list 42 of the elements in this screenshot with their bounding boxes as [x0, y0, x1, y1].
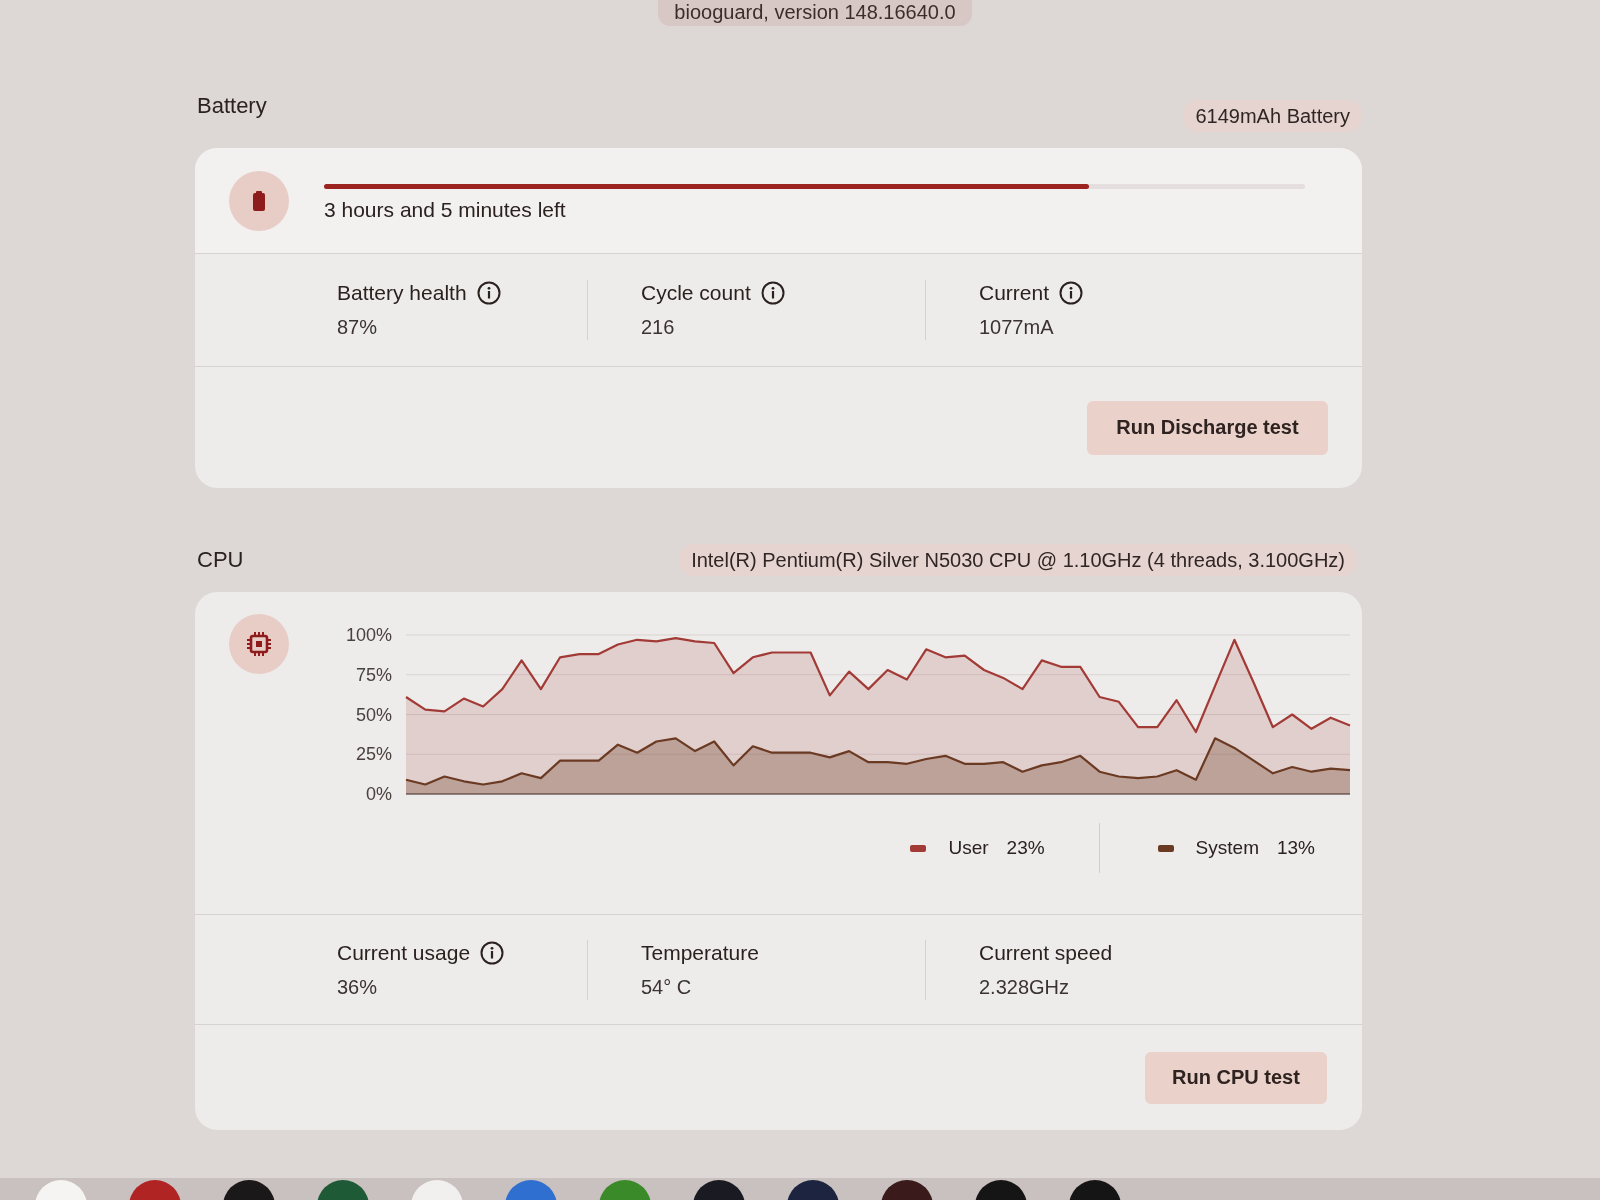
legend-label: User — [948, 836, 989, 860]
run-discharge-test-button[interactable]: Run Discharge test — [1087, 400, 1328, 455]
app-icon[interactable] — [317, 1180, 369, 1200]
y-axis-label: 75% — [355, 664, 392, 685]
app-icon[interactable] — [787, 1180, 839, 1200]
metric-label: Temperature — [641, 939, 759, 966]
app-icon[interactable] — [975, 1180, 1027, 1200]
metric-label: Current — [979, 280, 1050, 306]
app-icon[interactable] — [1069, 1180, 1121, 1200]
cpu-model-tag: Intel(R) Pentium(R) Silver N5030 CPU @ 1.10GHz (4 threads, 3.100GHz) — [679, 544, 1357, 576]
metric-label: Battery health — [337, 280, 467, 306]
version-tag: biooguard, version 148.16640.0 — [658, 0, 972, 26]
cpu-chip-icon — [229, 614, 289, 674]
capacity-tag: 6149mAh Battery — [1183, 100, 1362, 132]
metric-value: 87% — [337, 315, 378, 340]
battery-icon — [229, 170, 289, 231]
metric-value: 216 — [641, 315, 675, 340]
info-icon[interactable] — [476, 281, 501, 305]
metric-label: Current speed — [979, 939, 1113, 966]
metric-label: Cycle count — [641, 280, 751, 306]
section-title: CPU — [196, 546, 244, 574]
info-icon[interactable] — [760, 281, 785, 305]
time-left-text: 3 hours and 5 minutes left — [324, 197, 566, 223]
y-axis-label: 100% — [345, 625, 392, 645]
legend-value: 23% — [1006, 836, 1045, 860]
run-cpu-test-button[interactable]: Run CPU test — [1145, 1051, 1327, 1104]
metric-value: 2.328GHz — [979, 974, 1070, 1000]
section-title: Battery — [196, 92, 267, 120]
legend-value: 13% — [1276, 836, 1315, 860]
y-axis-label: 50% — [355, 704, 392, 725]
y-axis-label: 25% — [355, 744, 392, 765]
metric-value: 54° C — [641, 974, 692, 1000]
app-icon[interactable] — [223, 1180, 275, 1200]
y-axis-label: 0% — [366, 784, 392, 804]
metric-label: Current usage — [337, 939, 471, 966]
metric-value: 36% — [337, 974, 378, 1000]
info-icon[interactable] — [480, 940, 505, 965]
app-icon[interactable] — [881, 1180, 933, 1200]
metric-value: 1077mA — [979, 315, 1054, 340]
legend-label: System — [1195, 836, 1259, 860]
app-icon[interactable] — [693, 1180, 745, 1200]
info-icon[interactable] — [1059, 281, 1084, 305]
